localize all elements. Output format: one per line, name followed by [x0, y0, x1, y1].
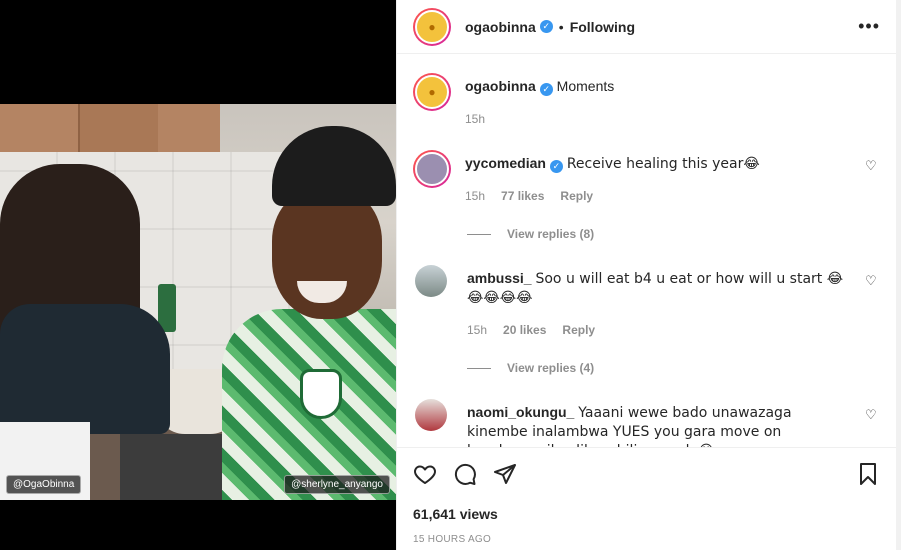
author-avatar[interactable]: ● [413, 7, 451, 46]
caption-time[interactable]: 15h [465, 110, 485, 128]
view-replies-line [467, 367, 491, 369]
caption-meta: 15h [465, 110, 846, 128]
comment-avatar[interactable] [415, 265, 447, 297]
post-header: ● ogaobinna ✓ • Following ••• [397, 0, 896, 54]
caption-avatar[interactable]: ● [413, 73, 451, 111]
comment-meta: 15h 20 likes Reply [467, 321, 846, 339]
page-scrollbar[interactable] [896, 0, 901, 550]
verified-badge-icon: ✓ [539, 83, 553, 96]
comment-meta: 15h 77 likes Reply [465, 187, 846, 205]
bookmark-icon[interactable] [856, 462, 880, 486]
view-replies-line [467, 233, 491, 235]
view-replies-button[interactable]: View replies (4) [467, 361, 880, 375]
comment-body: yycomedian ✓ Receive healing this year😂 1… [465, 150, 880, 205]
comment-time[interactable]: 15h [465, 187, 485, 205]
view-replies-label: View replies (4) [507, 361, 595, 375]
author-avatar-image: ● [415, 9, 449, 44]
comment-avatar-image [415, 152, 449, 186]
reply-button[interactable]: Reply [560, 187, 593, 205]
caption-avatar-image: ● [415, 75, 449, 109]
comment-icon[interactable] [453, 462, 477, 486]
comment-text: Receive healing this year😂 [566, 156, 760, 172]
comment-likes[interactable]: 77 likes [501, 187, 544, 205]
video-man-hat [272, 126, 396, 206]
video-cabinet-door [78, 104, 158, 152]
post-actions: 61,641 views 15 HOURS AGO [397, 447, 896, 550]
heart-icon[interactable] [413, 462, 437, 486]
reply-button[interactable]: Reply [562, 321, 595, 339]
comment-username[interactable]: yycomedian [465, 155, 546, 171]
header-info: ogaobinna ✓ • Following [465, 19, 635, 35]
share-icon[interactable] [493, 462, 517, 486]
verified-badge-icon: ✓ [549, 160, 563, 173]
comment-body: ambussi_ Soo u will eat b4 u eat or how … [467, 265, 880, 339]
caption-text: Moments [556, 78, 615, 94]
author-username[interactable]: ogaobinna [465, 19, 536, 35]
post-panel: ● ogaobinna ✓ • Following ••• ● ogaobinn… [396, 0, 896, 550]
action-icons [413, 462, 880, 486]
comment-username[interactable]: ambussi_ [467, 270, 532, 286]
post-media: @OgaObinna @sherlyne_anyango [0, 0, 396, 550]
view-replies-label: View replies (8) [507, 227, 595, 241]
more-options-icon[interactable]: ••• [858, 16, 880, 37]
video-tag-right: @sherlyne_anyango [284, 475, 390, 494]
comment-username[interactable]: naomi_okungu_ [467, 404, 574, 420]
comment-avatar[interactable] [415, 399, 447, 431]
comment-like-heart-icon[interactable]: ♡ [865, 159, 878, 172]
video-jersey-badge [300, 369, 342, 419]
following-button[interactable]: Following [570, 19, 635, 35]
comment-likes[interactable]: 20 likes [503, 321, 546, 339]
comment-body: naomi_okungu_ Yaaani wewe bado unawazaga… [467, 399, 880, 447]
view-replies-button[interactable]: View replies (8) [467, 227, 880, 241]
comment-item: yycomedian ✓ Receive healing this year😂 1… [413, 150, 880, 205]
post-video[interactable]: @OgaObinna @sherlyne_anyango [0, 104, 396, 500]
caption-username[interactable]: ogaobinna [465, 78, 536, 94]
verified-badge-icon: ✓ [539, 20, 553, 33]
caption-body: ogaobinna ✓ Moments 15h [465, 73, 880, 128]
comment-item: ambussi_ Soo u will eat b4 u eat or how … [413, 265, 880, 339]
video-woman-body [0, 304, 170, 434]
video-tag-left: @OgaObinna [6, 475, 82, 494]
post-timestamp[interactable]: 15 HOURS AGO [413, 534, 880, 545]
comment-item: naomi_okungu_ Yaaani wewe bado unawazaga… [413, 399, 880, 447]
comment-avatar[interactable] [413, 150, 451, 188]
comment-like-heart-icon[interactable]: ♡ [865, 408, 878, 421]
comments-section[interactable]: ● ogaobinna ✓ Moments 15h yycomedian ✓ Rec… [397, 55, 896, 447]
header-separator: • [558, 18, 564, 35]
views-count[interactable]: 61,641 views [413, 506, 880, 522]
comment-time[interactable]: 15h [467, 321, 487, 339]
caption: ● ogaobinna ✓ Moments 15h [413, 73, 880, 128]
comment-like-heart-icon[interactable]: ♡ [865, 274, 878, 287]
